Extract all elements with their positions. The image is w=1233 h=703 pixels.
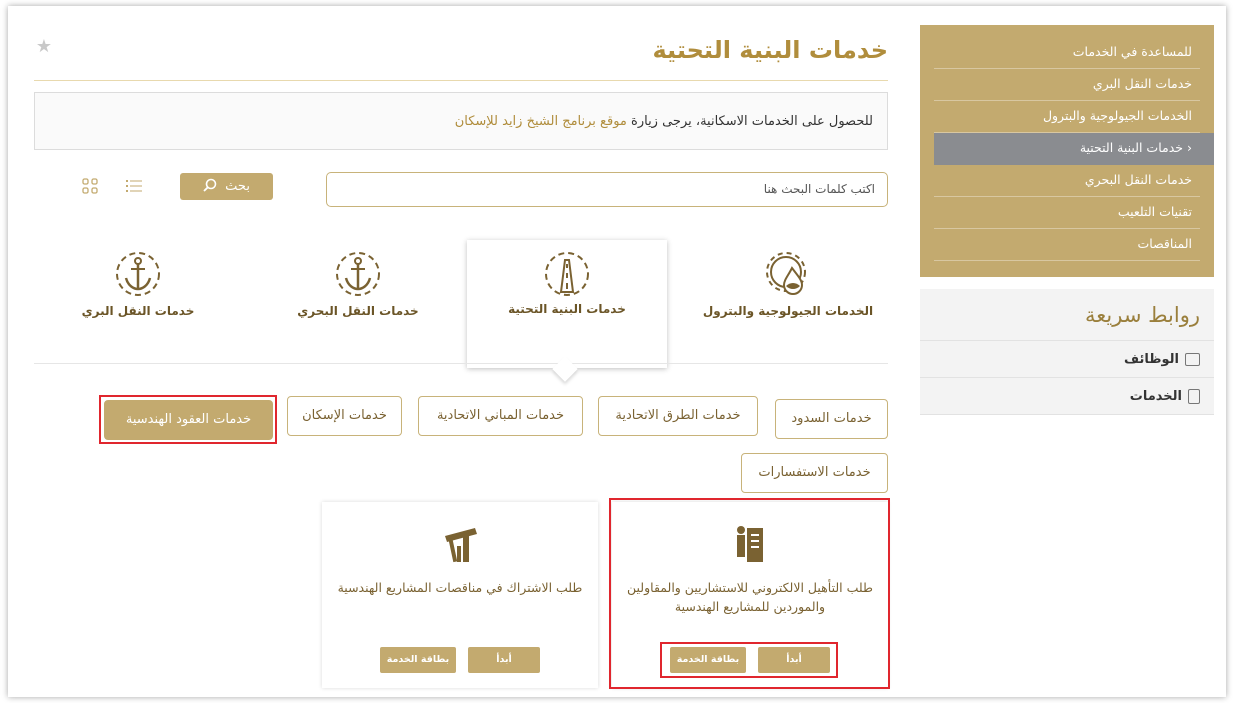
tag-inquiries[interactable]: خدمات الاستفسارات: [741, 453, 888, 493]
page-frame: للمساعدة في الخدمات خدمات النقل البري ال…: [8, 6, 1226, 697]
grid-view-icon[interactable]: [82, 178, 98, 194]
gear-oil-drop-icon: [766, 252, 806, 295]
sidebar-item-tenders[interactable]: المناقصات: [934, 229, 1200, 261]
tag-dams[interactable]: خدمات السدود: [775, 399, 888, 439]
construction-icon: [445, 528, 477, 563]
highlight-engineering-contracts: [99, 395, 277, 444]
briefcase-icon: [1185, 352, 1200, 366]
document-icon: [1188, 388, 1200, 404]
search-button[interactable]: بحث: [180, 173, 273, 200]
highlight-prequalification-card: [609, 498, 890, 689]
tag-federal-buildings[interactable]: خدمات المباني الاتحادية: [418, 396, 583, 436]
anchor-gear-icon: [336, 252, 380, 296]
search-input[interactable]: اكتب كلمات البحث هنا: [326, 172, 888, 207]
housing-program-link[interactable]: موقع برنامج الشيخ زايد للإسكان: [455, 114, 627, 129]
category-land-transport[interactable]: خدمات النقل البري: [38, 240, 238, 368]
sidebar-item-help[interactable]: للمساعدة في الخدمات: [934, 37, 1200, 69]
sidebar-item-label: خدمات البنية التحتية: [1079, 140, 1183, 155]
category-divider: [34, 363, 888, 364]
category-geology-petroleum[interactable]: الخدمات الجيولوجية والبترول: [688, 240, 888, 368]
chevron-left-icon: ‹: [1187, 140, 1192, 155]
category-label: خدمات النقل البحري: [297, 304, 419, 318]
sidebar-item-geology-petroleum[interactable]: الخدمات الجيولوجية والبترول: [934, 101, 1200, 133]
sidebar-item-mining[interactable]: تقنيات التلعيب: [934, 197, 1200, 229]
quick-links-title: روابط سريعة: [920, 289, 1214, 341]
service-card-button[interactable]: بطاقة الخدمة: [380, 647, 456, 673]
housing-notice: للحصول على الخدمات الاسكانية، يرجى زيارة…: [34, 92, 888, 150]
service-title: طلب الاشتراك في مناقصات المشاريع الهندسي…: [337, 580, 583, 595]
quick-link-label: الوظائف: [1124, 351, 1179, 367]
start-button[interactable]: أبدأ: [468, 647, 540, 673]
category-marine-transport[interactable]: خدمات النقل البحري: [258, 240, 458, 368]
search-icon: [203, 178, 217, 192]
service-card-tender-subscription: طلب الاشتراك في مناقصات المشاريع الهندسي…: [322, 502, 598, 688]
list-view-icon[interactable]: [126, 178, 142, 194]
page-title: خدمات البنية التحتية: [652, 36, 888, 64]
quick-links-panel: روابط سريعة الوظائف الخدمات: [920, 289, 1214, 415]
road-gear-icon: [545, 252, 589, 296]
category-label: خدمات النقل البري: [81, 304, 195, 318]
sidebar-item-land-transport[interactable]: خدمات النقل البري: [934, 69, 1200, 101]
sidebar-item-infrastructure[interactable]: ‹ خدمات البنية التحتية: [934, 133, 1214, 165]
notice-text: للحصول على الخدمات الاسكانية، يرجى زيارة: [631, 114, 873, 129]
anchor-gear-icon: [116, 252, 160, 296]
quick-link-label: الخدمات: [1129, 388, 1182, 404]
favorite-star-icon[interactable]: ★: [34, 38, 52, 56]
category-label: الخدمات الجيولوجية والبترول: [702, 304, 874, 318]
title-divider: [34, 80, 888, 81]
search-button-label: بحث: [225, 179, 250, 194]
category-label: خدمات البنية التحتية: [508, 302, 626, 316]
services-sidebar: للمساعدة في الخدمات خدمات النقل البري ال…: [920, 25, 1214, 277]
quick-link-jobs[interactable]: الوظائف: [920, 341, 1214, 378]
tag-housing[interactable]: خدمات الإسكان: [287, 396, 402, 436]
tag-federal-roads[interactable]: خدمات الطرق الاتحادية: [598, 396, 758, 436]
category-infrastructure[interactable]: خدمات البنية التحتية: [467, 240, 667, 368]
quick-link-services[interactable]: الخدمات: [920, 378, 1214, 415]
sidebar-item-marine-transport[interactable]: خدمات النقل البحري: [934, 165, 1200, 197]
